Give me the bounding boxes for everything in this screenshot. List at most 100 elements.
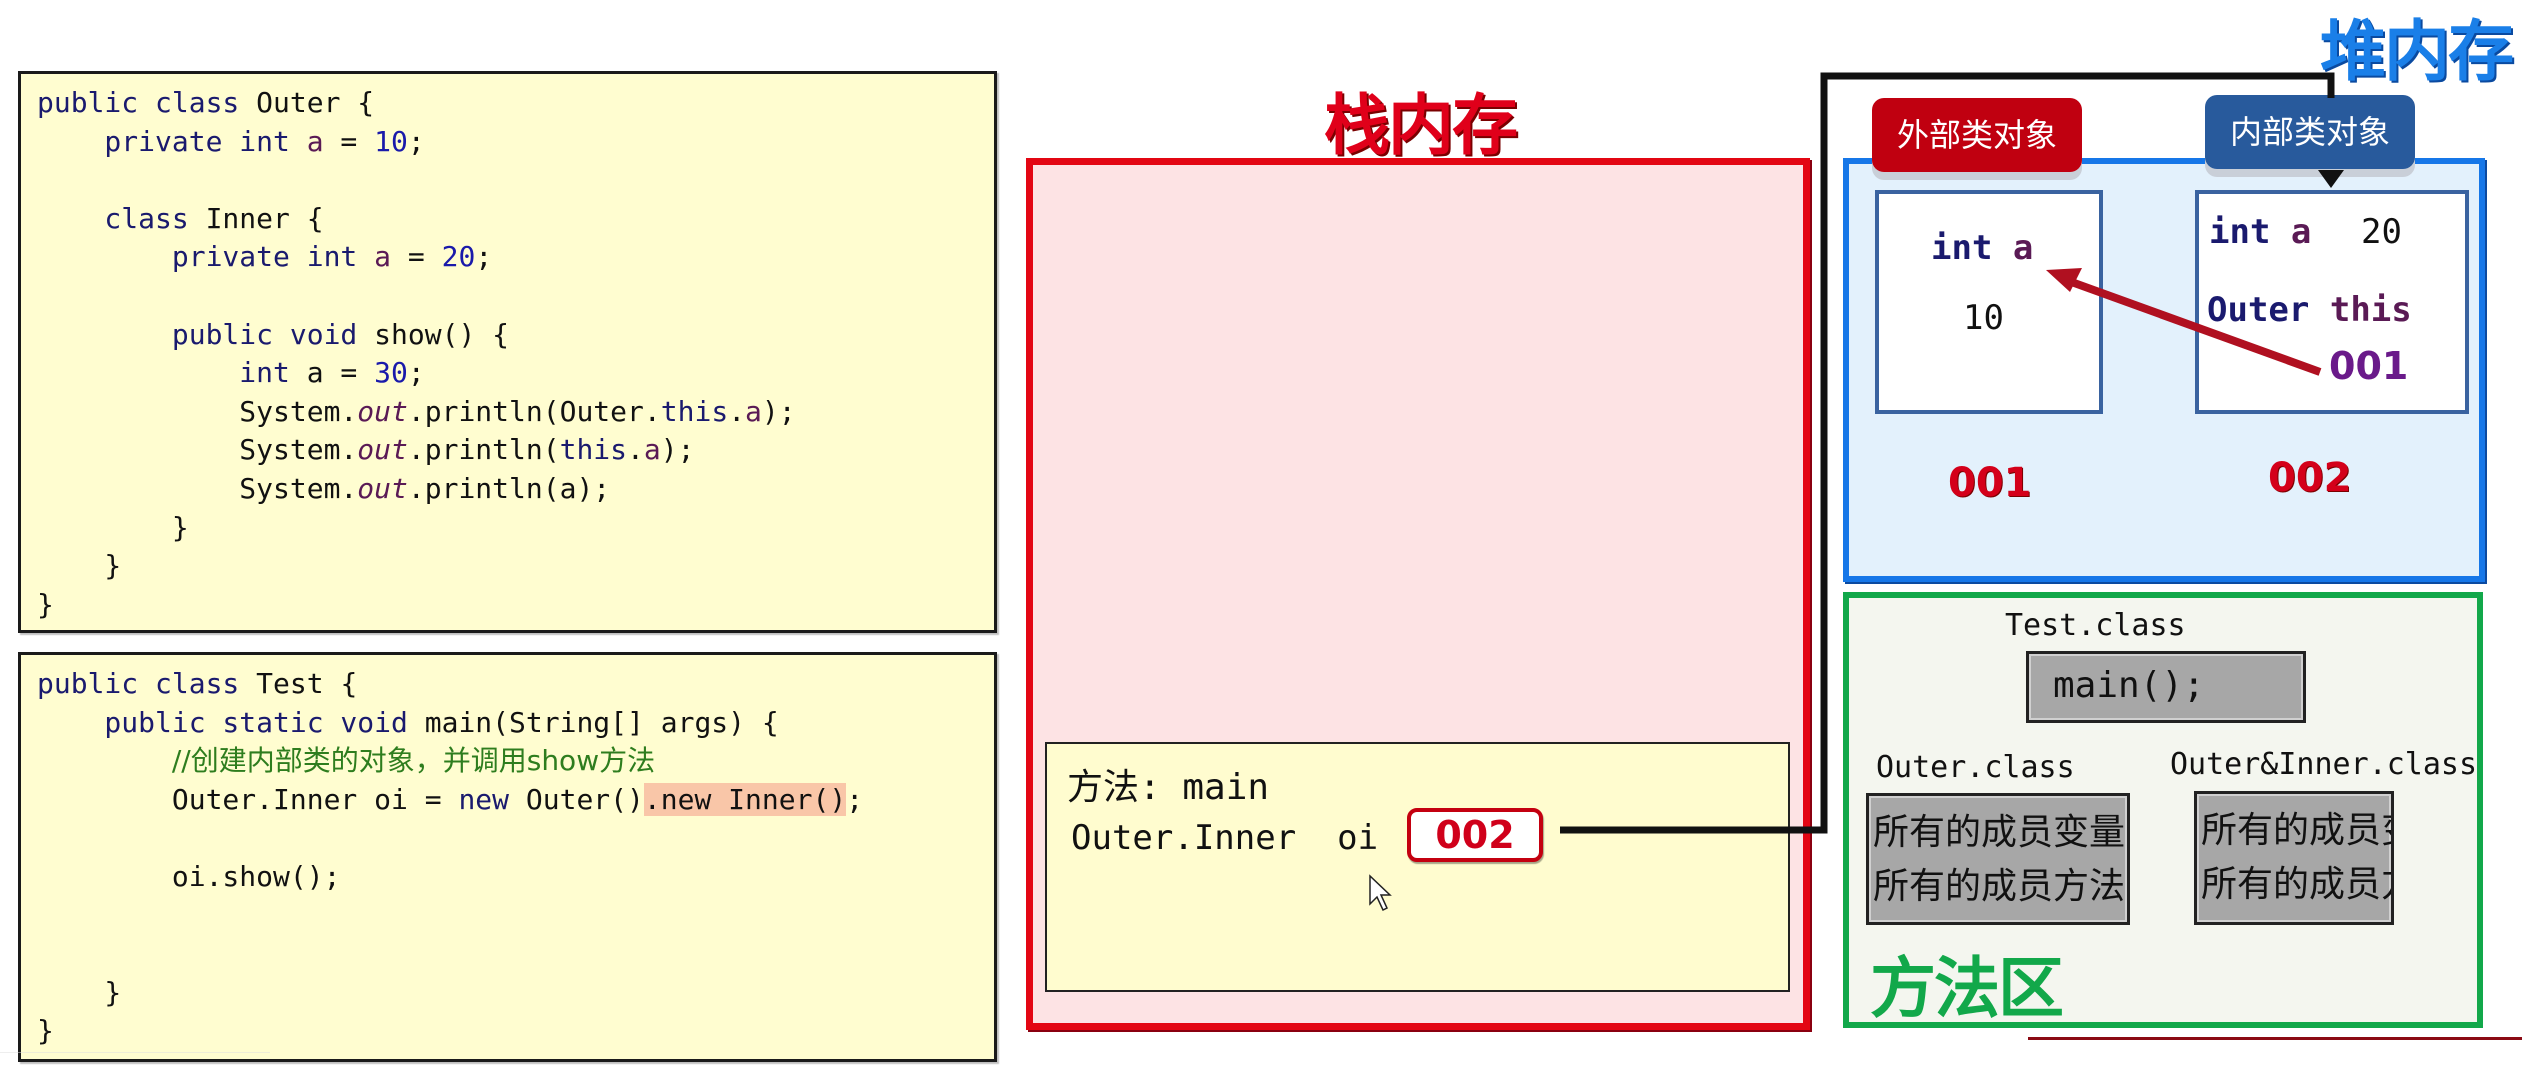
stack-memory-title: 栈内存 bbox=[1324, 87, 1518, 164]
decorative-underline bbox=[2028, 1037, 2522, 1040]
code-token: show() { bbox=[374, 317, 510, 351]
code-token: public class bbox=[37, 667, 257, 700]
code-token: new bbox=[458, 782, 526, 816]
code-token: } bbox=[37, 975, 122, 1009]
code-line: public class Outer { bbox=[37, 84, 994, 123]
code-token: } bbox=[37, 549, 122, 583]
code-token: = bbox=[323, 124, 375, 158]
code-token: this bbox=[660, 394, 729, 428]
code-token: Outer() bbox=[525, 782, 644, 816]
member-methods-entry: 所有的成员方法 bbox=[1873, 866, 2126, 907]
code-token: .println( bbox=[407, 433, 560, 467]
frame-variable-declaration: Outer.Inner oi bbox=[1071, 818, 1379, 858]
code-token: .new Inner() bbox=[643, 782, 847, 816]
code-token: Test { bbox=[256, 667, 358, 700]
code-token: } bbox=[37, 587, 54, 621]
test-class-box: main(); bbox=[2026, 651, 2306, 723]
outer-this-reference: Outer this bbox=[2207, 290, 2412, 330]
inner-class-box: 所有的成员变量 所有的成员方法 bbox=[2194, 791, 2394, 925]
code-line: //创建内部类的对象，并调用show方法 bbox=[37, 742, 994, 781]
code-token: a = bbox=[306, 356, 375, 390]
code-token: out bbox=[357, 471, 408, 505]
code-token: //创建内部类的对象，并调用show方法 bbox=[171, 744, 656, 778]
code-line: int a = 30; bbox=[37, 354, 994, 393]
code-token: a bbox=[745, 394, 762, 428]
test-class-label: Test.class bbox=[2005, 608, 2186, 643]
field-name: a bbox=[2290, 212, 2312, 252]
code-token: .println(a); bbox=[407, 471, 611, 505]
code-line: } bbox=[37, 586, 994, 625]
code-token: System. bbox=[37, 471, 358, 505]
ref-name: this bbox=[2329, 290, 2412, 330]
code-token: ; bbox=[407, 356, 425, 390]
code-line: System.out.println(a); bbox=[37, 470, 994, 509]
inner-object-field: int a bbox=[2209, 212, 2311, 252]
code-line: oi.show(); bbox=[37, 858, 994, 897]
field-type: int bbox=[2209, 212, 2271, 252]
field-type: int bbox=[1931, 228, 1993, 268]
code-token: .println(Outer. bbox=[407, 394, 661, 428]
code-token: System. bbox=[37, 394, 358, 428]
main-stack-frame: 方法: main Outer.Inner oi 002 bbox=[1045, 742, 1790, 992]
outer-object-address: 001 bbox=[1948, 460, 2032, 506]
outer-this-value: 001 bbox=[2329, 344, 2409, 388]
code-token: out bbox=[357, 394, 408, 428]
code-line: Outer.Inner oi = new Outer().new Inner()… bbox=[37, 781, 994, 820]
code-token: ); bbox=[761, 394, 796, 428]
code-token: public void bbox=[37, 317, 375, 351]
inner-object-value: 20 bbox=[2361, 212, 2402, 252]
code-token: . bbox=[728, 394, 746, 428]
code-token: ; bbox=[475, 240, 493, 274]
code-token: a bbox=[374, 240, 392, 274]
variable-reference-value: 002 bbox=[1407, 808, 1543, 862]
code-line: private int a = 20; bbox=[37, 238, 994, 277]
code-token: 30 bbox=[374, 356, 408, 390]
code-line: System.out.println(Outer.this.a); bbox=[37, 393, 994, 432]
code-token: main(String[] args) { bbox=[424, 705, 779, 739]
code-token: this bbox=[559, 433, 628, 467]
code-token: Inner { bbox=[205, 201, 324, 235]
code-token: oi.show(); bbox=[37, 859, 341, 893]
code-line: private int a = 10; bbox=[37, 123, 994, 162]
code-token: public static void bbox=[37, 705, 425, 739]
field-name: a bbox=[2012, 228, 2034, 268]
test-class-code-panel: public class Test { public static void m… bbox=[18, 652, 997, 1062]
code-token: class bbox=[37, 201, 206, 235]
code-token: public class bbox=[37, 86, 257, 119]
code-line: public void show() { bbox=[37, 316, 994, 355]
member-methods-entry: 所有的成员方法 bbox=[2201, 864, 2391, 905]
code-line: public class Test { bbox=[37, 665, 994, 704]
outer-object-label: 外部类对象 bbox=[1872, 98, 2082, 172]
inner-class-label: Outer&Inner.class bbox=[2170, 747, 2478, 782]
outer-object-box: int a 10 bbox=[1875, 190, 2103, 414]
heap-memory-title: 堆内存 bbox=[2320, 13, 2514, 90]
code-token: ); bbox=[660, 433, 695, 467]
method-area-title: 方法区 bbox=[1870, 950, 2064, 1027]
code-line: class Inner { bbox=[37, 200, 994, 239]
code-token: ; bbox=[407, 124, 425, 158]
inner-object-address: 002 bbox=[2268, 455, 2352, 501]
outer-class-code-panel: public class Outer { private int a = 10;… bbox=[18, 71, 997, 633]
code-token: Outer { bbox=[256, 86, 375, 119]
watermark bbox=[0, 1052, 270, 1068]
code-token: out bbox=[357, 433, 408, 467]
code-token: System. bbox=[37, 433, 358, 467]
code-token: 10 bbox=[374, 124, 408, 158]
code-line: public static void main(String[] args) { bbox=[37, 704, 994, 743]
code-token: Outer.Inner oi = bbox=[37, 782, 459, 816]
outer-object-value: 10 bbox=[1963, 298, 2004, 338]
code-token: private int bbox=[37, 124, 307, 158]
code-token: private int bbox=[37, 240, 375, 274]
outer-class-label: Outer.class bbox=[1876, 750, 2075, 785]
code-line: } bbox=[37, 974, 994, 1013]
inner-object-box: int a 20 Outer this 001 bbox=[2195, 190, 2469, 414]
frame-method-label: 方法: main bbox=[1067, 767, 1270, 808]
code-line: } bbox=[37, 509, 994, 548]
member-variables-entry: 所有的成员变量 bbox=[1873, 812, 2126, 853]
code-token: } bbox=[37, 1014, 54, 1048]
inner-object-label: 内部类对象 bbox=[2205, 95, 2415, 169]
